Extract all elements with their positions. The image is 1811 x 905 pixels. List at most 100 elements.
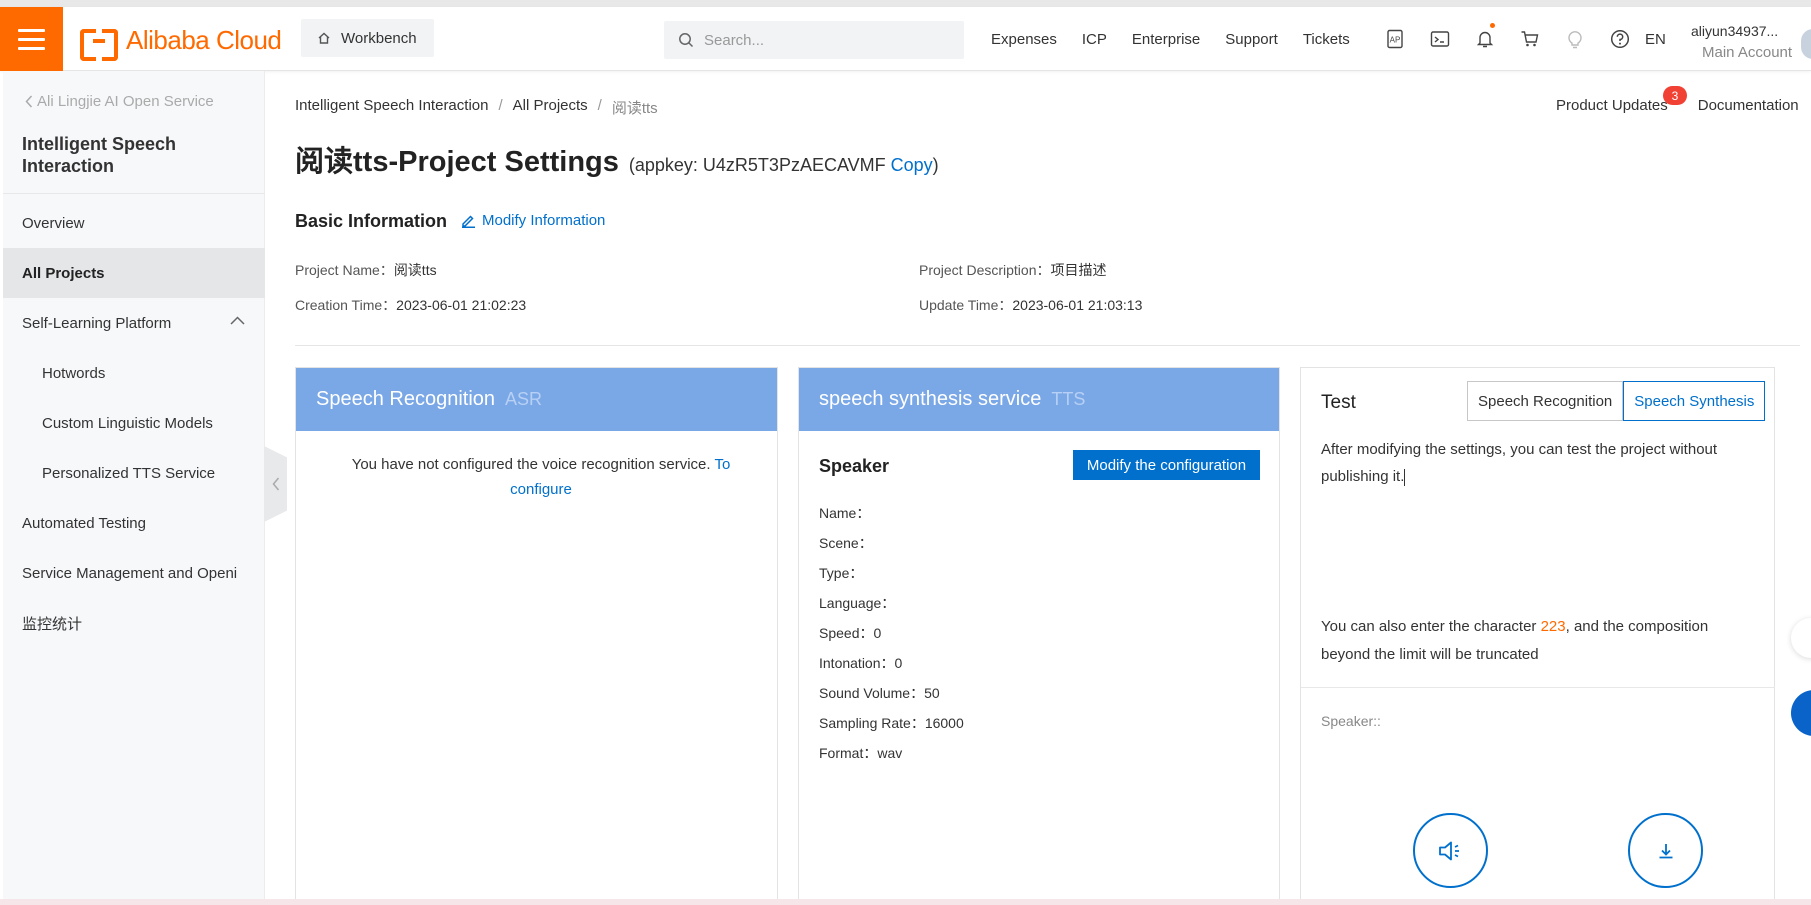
bulb-icon[interactable] bbox=[1552, 7, 1597, 71]
tts-card-title: speech synthesis service bbox=[819, 388, 1042, 410]
project-description-label: Project Description： bbox=[919, 262, 1051, 278]
workbench-button[interactable]: Workbench bbox=[301, 19, 434, 57]
nav-tickets[interactable]: Tickets bbox=[1303, 31, 1350, 48]
sidebar-item-personalized-tts[interactable]: Personalized TTS Service bbox=[3, 448, 265, 498]
account-role: Main Account bbox=[1702, 44, 1793, 61]
test-input-value: After modifying the settings, you can te… bbox=[1321, 441, 1718, 485]
search-input[interactable] bbox=[704, 31, 944, 49]
tab-speech-synthesis[interactable]: Speech Synthesis bbox=[1623, 381, 1766, 421]
breadcrumb-item[interactable]: Intelligent Speech Interaction bbox=[295, 97, 488, 118]
nav-support[interactable]: Support bbox=[1225, 31, 1278, 48]
menu-hamburger-icon[interactable] bbox=[0, 7, 63, 71]
project-description-field: Project Description：项目描述 bbox=[919, 260, 1107, 280]
sidebar-collapse-handle[interactable] bbox=[264, 446, 287, 522]
sidebar-back-label: Ali Lingjie AI Open Service bbox=[37, 93, 214, 110]
nav-icp[interactable]: ICP bbox=[1082, 31, 1107, 48]
config-name: Name： bbox=[819, 505, 871, 521]
search-box bbox=[664, 21, 964, 59]
product-updates-link[interactable]: Product Updates bbox=[1556, 97, 1668, 114]
appkey-value: (appkey: U4zR5T3PzAECAVMF bbox=[628, 155, 886, 175]
test-card: Test Speech Recognition Speech Synthesis… bbox=[1300, 367, 1775, 905]
search-icon bbox=[679, 33, 694, 48]
basic-information-heading: Basic Information bbox=[295, 211, 448, 231]
account-name: aliyun34937... bbox=[1691, 23, 1779, 39]
remaining-characters-count: 223 bbox=[1540, 618, 1566, 635]
sidebar-item-custom-linguistic-models[interactable]: Custom Linguistic Models bbox=[3, 398, 265, 448]
sidebar-item-service-management[interactable]: Service Management and Openi bbox=[3, 548, 265, 598]
bell-icon[interactable] bbox=[1462, 7, 1507, 71]
terminal-icon[interactable] bbox=[1417, 7, 1462, 71]
section-divider bbox=[295, 345, 1800, 346]
text-caret bbox=[1404, 468, 1406, 486]
sidebar-item-overview[interactable]: Overview bbox=[3, 198, 265, 248]
modify-configuration-button[interactable]: Modify the configuration bbox=[1073, 450, 1260, 480]
sidebar-item-label: Overview bbox=[22, 214, 85, 232]
floating-help-button[interactable] bbox=[1791, 618, 1811, 658]
avatar[interactable] bbox=[1801, 29, 1811, 59]
alibaba-cloud-logo[interactable]: Alibaba Cloud bbox=[80, 25, 282, 61]
character-limit-note: You can also enter the character 223, an… bbox=[1321, 613, 1721, 669]
download-audio-button[interactable] bbox=[1628, 813, 1703, 888]
nav-enterprise[interactable]: Enterprise bbox=[1132, 31, 1200, 48]
asr-tag: ASR bbox=[505, 389, 543, 409]
speaker-heading: Speaker bbox=[819, 456, 890, 476]
tts-tag: TTS bbox=[1051, 389, 1086, 409]
sidebar-item-label: Personalized TTS Service bbox=[42, 464, 216, 482]
project-name-field: Project Name：阅读tts bbox=[295, 260, 437, 280]
nav-expenses[interactable]: Expenses bbox=[991, 31, 1057, 48]
account-menu[interactable]: aliyun34937... Main Account bbox=[1691, 21, 1792, 63]
modify-information-link[interactable]: Modify Information bbox=[461, 212, 605, 229]
sidebar-divider bbox=[3, 193, 265, 194]
chevron-left-icon bbox=[25, 95, 33, 108]
speaker-volume-icon bbox=[1438, 841, 1459, 860]
sidebar-item-monitoring[interactable]: 监控统计 bbox=[3, 598, 265, 648]
sidebar-item-label: Hotwords bbox=[42, 364, 106, 382]
appkey-suffix: ) bbox=[932, 155, 939, 175]
test-text-input[interactable]: After modifying the settings, you can te… bbox=[1321, 436, 1741, 490]
creation-time-value: 2023-06-01 21:02:23 bbox=[396, 297, 527, 313]
limit-prefix: You can also enter the character bbox=[1321, 618, 1537, 635]
sidebar-item-label: Self-Learning Platform bbox=[22, 314, 172, 332]
sidebar-item-label: Service Management and Openi bbox=[22, 564, 238, 582]
top-navigation-bar: Alibaba Cloud Workbench Expenses ICP Ent… bbox=[0, 7, 1811, 71]
download-icon bbox=[1659, 843, 1672, 858]
floating-app-button[interactable] bbox=[1791, 690, 1811, 736]
test-mode-tabs: Speech Recognition Speech Synthesis bbox=[1467, 381, 1766, 421]
sidebar-item-automated-testing[interactable]: Automated Testing bbox=[3, 498, 265, 548]
chevron-left-icon bbox=[272, 477, 279, 491]
project-description-value: 项目描述 bbox=[1050, 262, 1107, 278]
config-volume: Sound Volume：50 bbox=[819, 685, 940, 701]
project-name-value: 阅读tts bbox=[393, 262, 437, 278]
sidebar-back-link[interactable]: Ali Lingjie AI Open Service bbox=[25, 93, 214, 110]
play-audio-button[interactable] bbox=[1413, 813, 1488, 888]
sidebar-item-all-projects[interactable]: All Projects bbox=[3, 248, 265, 298]
cart-icon[interactable] bbox=[1507, 7, 1552, 71]
chevron-up-icon bbox=[230, 316, 245, 325]
documentation-link[interactable]: Documentation bbox=[1698, 97, 1799, 114]
creation-time-field: Creation Time：2023-06-01 21:02:23 bbox=[295, 295, 526, 315]
app-icon[interactable]: AP bbox=[1372, 7, 1417, 71]
sidebar-item-label: 监控统计 bbox=[22, 615, 83, 633]
page-title: 阅读tts-Project Settings bbox=[295, 146, 619, 178]
help-icon[interactable] bbox=[1597, 7, 1642, 71]
page-title-row: 阅读tts-Project Settings (appkey: U4zR5T3P… bbox=[295, 138, 939, 180]
update-time-label: Update Time： bbox=[919, 297, 1013, 313]
home-icon bbox=[318, 32, 330, 44]
sidebar-item-label: Automated Testing bbox=[22, 514, 146, 532]
language-switch[interactable]: EN bbox=[1645, 7, 1666, 71]
breadcrumb-separator: / bbox=[597, 97, 602, 114]
breadcrumb-current: 阅读tts bbox=[611, 100, 658, 117]
breadcrumb-item[interactable]: All Projects bbox=[513, 97, 588, 118]
config-format: Format：wav bbox=[819, 745, 903, 761]
config-language: Language： bbox=[819, 595, 896, 611]
config-intonation: Intonation：0 bbox=[819, 655, 903, 671]
sidebar-item-label: Custom Linguistic Models bbox=[42, 414, 213, 432]
update-time-value: 2023-06-01 21:03:13 bbox=[1012, 297, 1143, 313]
sidebar-item-hotwords[interactable]: Hotwords bbox=[3, 348, 265, 398]
alibaba-logo-icon bbox=[80, 28, 118, 61]
sidebar-item-self-learning-platform[interactable]: Self-Learning Platform bbox=[3, 298, 265, 348]
asr-card-header: Speech Recognition ASR bbox=[296, 368, 777, 431]
tab-speech-recognition[interactable]: Speech Recognition bbox=[1467, 381, 1624, 421]
svg-text:AP: AP bbox=[1389, 36, 1400, 45]
copy-appkey-link[interactable]: Copy bbox=[891, 155, 933, 175]
